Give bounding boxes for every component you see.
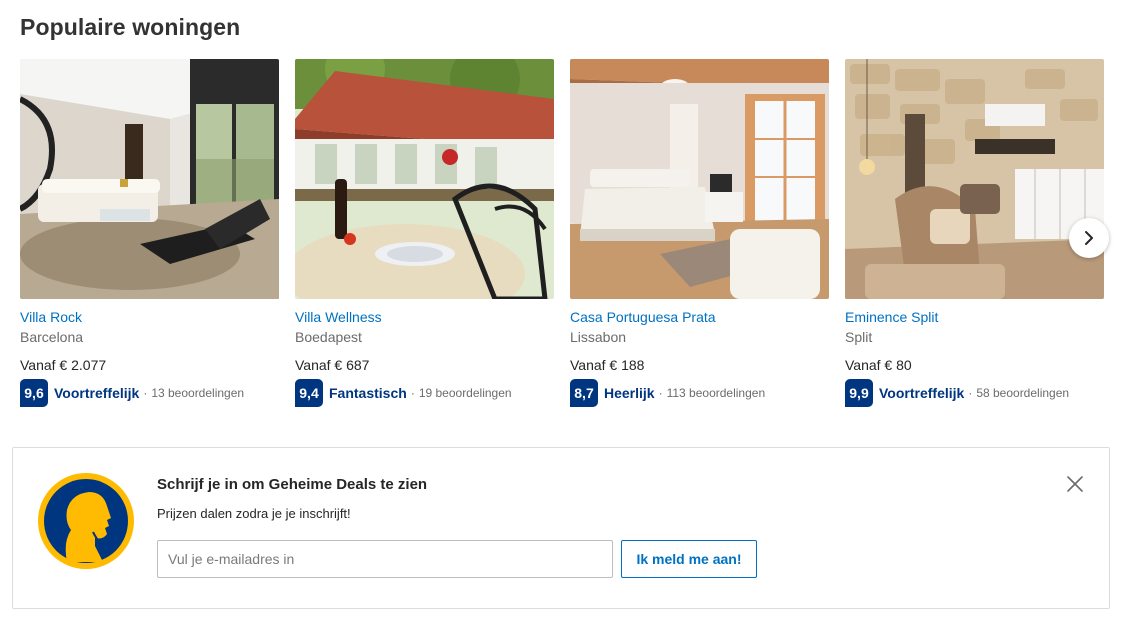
review-score-badge: 9,4	[295, 379, 323, 407]
subscribe-button[interactable]: Ik meld me aan!	[621, 540, 757, 578]
section-title: Populaire woningen	[20, 14, 241, 40]
review-score-word: Heerlijk	[604, 385, 655, 401]
stone-apartment-photo	[845, 59, 1104, 299]
review-summary: 9,6 Voortreffelijk · 13 beoordelingen	[20, 379, 244, 407]
property-price: Vanaf € 2.077	[20, 357, 107, 373]
secret-deals-banner: Schrijf je in om Geheime Deals te zien P…	[12, 447, 1110, 609]
property-city: Barcelona	[20, 329, 84, 345]
review-separator: ·	[658, 386, 663, 400]
review-separator: ·	[410, 386, 415, 400]
bedroom-photo	[570, 59, 829, 299]
review-separator: ·	[968, 386, 973, 400]
review-count: 19 beoordelingen	[418, 386, 512, 400]
property-price: Vanaf € 80	[845, 357, 912, 373]
review-count: 58 beoordelingen	[976, 386, 1070, 400]
review-score-badge: 9,6	[20, 379, 48, 407]
terrace-photo	[295, 59, 554, 299]
carousel-next-button[interactable]	[1069, 218, 1109, 258]
property-card[interactable]: Villa Wellness Boedapest Vanaf € 687 9,4…	[295, 59, 554, 407]
review-count: 113 beoordelingen	[666, 386, 766, 400]
review-count: 13 beoordelingen	[151, 386, 245, 400]
review-score-badge: 9,9	[845, 379, 873, 407]
review-score-word: Voortreffelijk	[879, 385, 965, 401]
secret-deals-logo-icon	[38, 473, 134, 569]
property-name[interactable]: Eminence Split	[845, 309, 938, 325]
review-summary: 8,7 Heerlijk · 113 beoordelingen	[570, 379, 765, 407]
property-photo[interactable]	[570, 59, 829, 299]
email-input[interactable]	[157, 540, 613, 578]
review-summary: 9,4 Fantastisch · 19 beoordelingen	[295, 379, 512, 407]
property-carousel: Villa Rock Barcelona Vanaf € 2.077 9,6 V…	[20, 59, 1109, 419]
property-name[interactable]: Casa Portuguesa Prata	[570, 309, 716, 325]
property-price: Vanaf € 687	[295, 357, 370, 373]
review-summary: 9,9 Voortreffelijk · 58 beoordelingen	[845, 379, 1069, 407]
property-city: Lissabon	[570, 329, 627, 345]
chevron-right-icon	[1085, 231, 1093, 245]
living-room-photo	[20, 59, 279, 299]
property-photo[interactable]	[845, 59, 1104, 299]
banner-title: Schrijf je in om Geheime Deals te zien	[157, 476, 428, 493]
property-name[interactable]: Villa Wellness	[295, 309, 382, 325]
property-name[interactable]: Villa Rock	[20, 309, 82, 325]
property-card[interactable]: Eminence Split Split Vanaf € 80 9,9 Voor…	[845, 59, 1104, 407]
property-photo[interactable]	[295, 59, 554, 299]
property-city: Boedapest	[295, 329, 362, 345]
property-card[interactable]: Villa Rock Barcelona Vanaf € 2.077 9,6 V…	[20, 59, 279, 407]
review-separator: ·	[143, 386, 148, 400]
banner-subtitle: Prijzen dalen zodra je je inschrijft!	[157, 506, 351, 521]
review-score-badge: 8,7	[570, 379, 598, 407]
review-score-word: Fantastisch	[329, 385, 407, 401]
close-icon	[1067, 476, 1083, 492]
secret-deals-logo	[37, 472, 135, 570]
property-price: Vanaf € 188	[570, 357, 645, 373]
property-city: Split	[845, 329, 873, 345]
property-card[interactable]: Casa Portuguesa Prata Lissabon Vanaf € 1…	[570, 59, 829, 407]
review-score-word: Voortreffelijk	[54, 385, 140, 401]
property-photo[interactable]	[20, 59, 279, 299]
banner-close-button[interactable]	[1063, 472, 1087, 496]
